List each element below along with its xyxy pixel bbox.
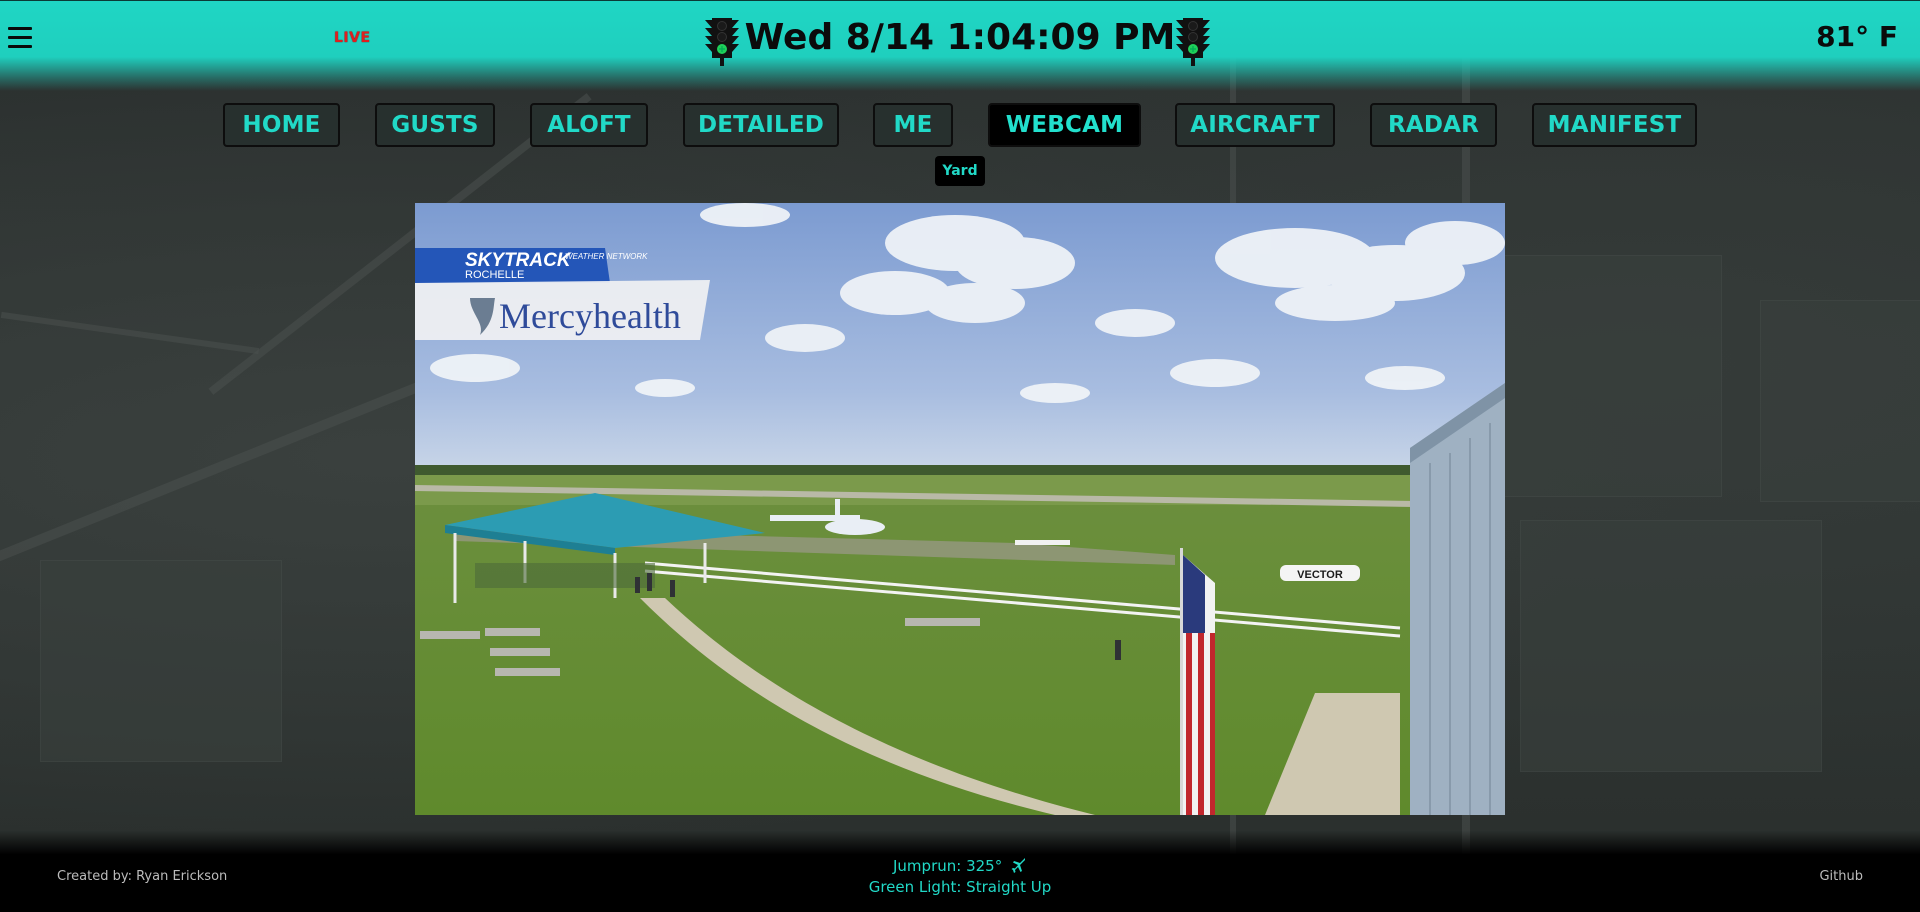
hamburger-menu-icon[interactable]: [8, 27, 32, 51]
nav-me-button[interactable]: ME: [873, 103, 953, 147]
overlay-sponsor: Mercyhealth: [499, 296, 681, 336]
nav-webcam-button[interactable]: WEBCAM: [988, 103, 1141, 147]
nav-radar-button[interactable]: RADAR: [1370, 103, 1497, 147]
webcam-view: VECTOR SKYTRACK WEATHER NETWORK ROCHELLE: [415, 203, 1505, 815]
green-light-info: Green Light: Straight Up: [868, 878, 1052, 896]
main-nav: HOME GUSTS ALOFT DETAILED ME WEBCAM AIRC…: [0, 103, 1920, 149]
nav-home-button[interactable]: HOME: [223, 103, 340, 147]
jumprun-info: Jumprun: 325°: [0, 857, 1920, 875]
nav-aloft-button[interactable]: ALOFT: [530, 103, 648, 147]
webcam-tooltip-yard[interactable]: Yard: [935, 156, 985, 186]
datetime-display: Wed 8/14 1:04:09 PM: [744, 17, 1176, 58]
webcam-image: VECTOR SKYTRACK WEATHER NETWORK ROCHELLE: [415, 203, 1505, 815]
airplane-icon: [1011, 858, 1025, 873]
live-indicator: LIVE: [334, 30, 371, 46]
traffic-light-icon: [1176, 18, 1210, 66]
trailer-label: VECTOR: [1297, 569, 1343, 581]
overlay-location: ROCHELLE: [465, 269, 524, 281]
jumprun-text: Jumprun: 325°: [893, 857, 1003, 875]
nav-manifest-button[interactable]: MANIFEST: [1532, 103, 1697, 147]
temperature-display: 81° F: [1816, 20, 1898, 53]
nav-aircraft-button[interactable]: AIRCRAFT: [1175, 103, 1335, 147]
top-header: LIVE Wed 8/14 1:04:09 PM 81° F: [0, 0, 1920, 91]
nav-gusts-button[interactable]: GUSTS: [375, 103, 495, 147]
overlay-brand: SKYTRACK: [465, 250, 572, 271]
github-link[interactable]: Github: [1819, 869, 1863, 884]
traffic-light-icon: [705, 18, 739, 66]
nav-detailed-button[interactable]: DETAILED: [683, 103, 839, 147]
overlay-brand-sub: WEATHER NETWORK: [565, 252, 648, 261]
